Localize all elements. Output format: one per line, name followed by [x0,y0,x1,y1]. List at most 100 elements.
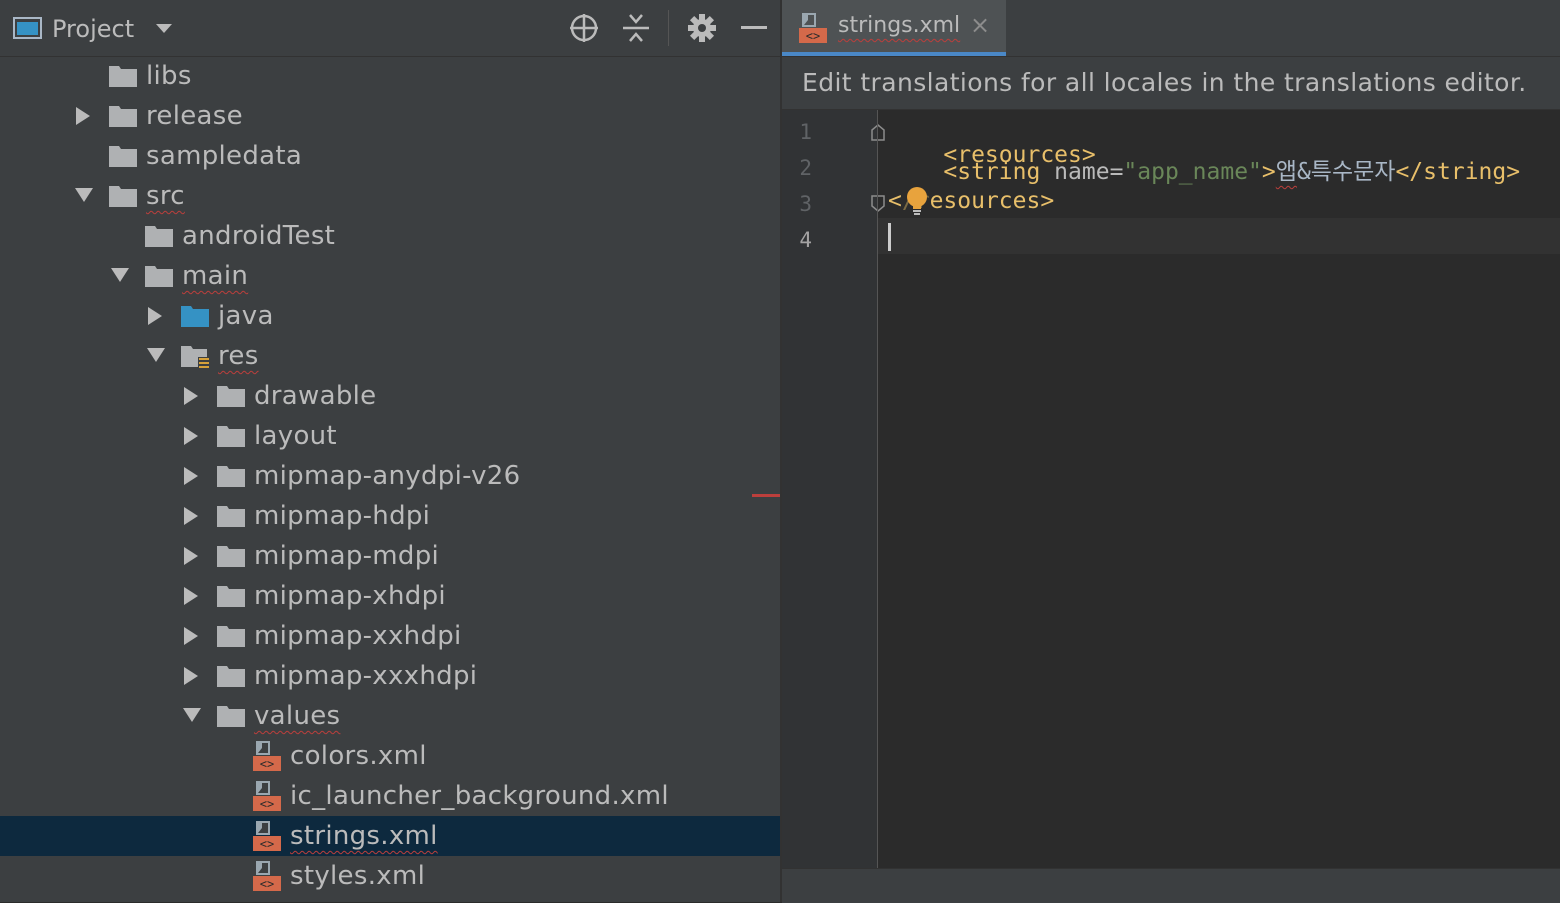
fold-marker-icon[interactable] [870,194,886,216]
tree-item-res[interactable]: res [0,336,780,376]
chevron-right-icon[interactable] [182,546,204,566]
tree-item-values[interactable]: values [0,696,780,736]
tree-item-mipmap-hdpi[interactable]: mipmap-hdpi [0,496,780,536]
xml-text: &특수문자 [1296,159,1396,185]
folder-icon [216,504,246,528]
tree-item-androidtest[interactable]: androidTest [0,216,780,256]
svg-text:<>: <> [260,877,274,891]
svg-text:<>: <> [260,757,274,771]
tree-item-main[interactable]: main [0,256,780,296]
tree-item-drawable[interactable]: drawable [0,376,780,416]
code-line-2[interactable]: <string name="app_name">앱&특수문자</string> [888,152,1520,186]
tree-item-layout[interactable]: layout [0,416,780,456]
current-line-highlight [878,218,1560,254]
chevron-right-icon[interactable] [182,466,204,486]
banner-text[interactable]: Edit translations for all locales in the… [802,68,1527,97]
gear-icon[interactable] [684,0,720,56]
chevron-right-icon[interactable] [182,586,204,606]
project-toolbar: Project [0,0,780,57]
tree-item-label: mipmap-hdpi [254,501,431,531]
folder-icon [108,104,138,128]
tree-item-mipmap-xhdpi[interactable]: mipmap-xhdpi [0,576,780,616]
tree-item-label: res [218,341,259,371]
chevron-down-icon[interactable] [146,346,168,366]
toolbar-divider [668,10,669,46]
tree-item-label: strings.xml [290,821,438,851]
tree-item-mipmap-xxxhdpi[interactable]: mipmap-xxxhdpi [0,656,780,696]
tree-item-java[interactable]: java [0,296,780,336]
chevron-down-icon[interactable] [150,0,178,56]
chevron-right-icon[interactable] [74,106,96,126]
xml-attribute-value: "app_name" [1123,159,1262,185]
chevron-right-icon[interactable] [146,306,168,326]
collapse-all-icon[interactable] [618,0,654,56]
xml-tag: esources> [929,188,1055,214]
chevron-right-icon[interactable] [182,426,204,446]
tab-strings-xml[interactable]: <> strings.xml × [782,0,1006,56]
locate-file-icon[interactable] [566,0,602,56]
folder-icon [216,544,246,568]
xml-tag: </string> [1395,159,1521,185]
tree-item-label: java [218,301,274,331]
translations-banner: Edit translations for all locales in the… [782,57,1560,110]
folder-icon [216,384,246,408]
xml-tag: < [888,188,902,214]
svg-text:<>: <> [260,797,274,811]
folder-icon [108,64,138,88]
tree-item-label: main [182,261,249,291]
tree-item-label: drawable [254,381,377,411]
chevron-down-icon[interactable] [74,186,96,206]
chevron-right-icon[interactable] [182,506,204,526]
project-tree: libs release sampledata src androidTest main j… [0,56,780,896]
editor-tab-bar: <> strings.xml × [782,0,1560,57]
lightbulb-icon[interactable] [906,186,928,220]
tree-item-libs[interactable]: libs [0,56,780,96]
xml-file-icon: <> [252,820,282,851]
close-icon[interactable]: × [970,11,990,39]
tree-item-label: styles.xml [290,861,426,891]
folder-icon [216,664,246,688]
chevron-right-icon[interactable] [182,386,204,406]
tree-item-release[interactable]: release [0,96,780,136]
svg-text:<>: <> [806,29,820,43]
tree-item-label: mipmap-xxxhdpi [254,661,478,691]
xml-file-icon: <> [252,780,282,811]
xml-text: 앱 [1275,159,1297,185]
tree-item-colors-xml[interactable]: <> colors.xml [0,736,780,776]
tree-item-label: colors.xml [290,741,427,771]
tree-item-styles-xml[interactable]: <> styles.xml [0,856,780,896]
xml-file-icon: <> [798,12,828,48]
tree-item-label: ic_launcher_background.xml [290,781,669,811]
project-panel: Project libs release sampledata src andr… [0,0,780,902]
line-gutter[interactable]: 1 2 3 4 [782,110,885,868]
chevron-down-icon[interactable] [110,266,132,286]
source-folder-icon [180,304,210,328]
project-view-title[interactable]: Project [52,15,134,43]
chevron-down-icon[interactable] [182,706,204,726]
tree-item-ic-launcher-background-xml[interactable]: <> ic_launcher_background.xml [0,776,780,816]
folder-icon [216,704,246,728]
tree-item-strings-xml[interactable]: <> strings.xml [0,816,780,856]
text-caret [888,223,891,251]
tree-item-label: mipmap-xxhdpi [254,621,462,651]
tree-item-mipmap-mdpi[interactable]: mipmap-mdpi [0,536,780,576]
tree-item-src[interactable]: src [0,176,780,216]
tree-item-mipmap-xxhdpi[interactable]: mipmap-xxhdpi [0,616,780,656]
line-number: 2 [799,156,812,180]
error-stripe-marker[interactable] [752,494,780,497]
svg-text:<>: <> [260,837,274,851]
line-number: 3 [799,192,812,216]
tree-item-label: src [146,181,185,211]
folder-icon [216,624,246,648]
tree-item-mipmap-anydpi-v26[interactable]: mipmap-anydpi-v26 [0,456,780,496]
chevron-right-icon[interactable] [182,626,204,646]
folder-icon [216,464,246,488]
fold-marker-icon[interactable] [870,124,886,146]
xml-file-icon: <> [252,860,282,891]
tree-item-label: sampledata [146,141,303,171]
tree-item-label: mipmap-anydpi-v26 [254,461,521,491]
project-view-icon[interactable] [12,0,44,56]
tree-item-sampledata[interactable]: sampledata [0,136,780,176]
minimize-icon[interactable] [736,0,772,56]
chevron-right-icon[interactable] [182,666,204,686]
